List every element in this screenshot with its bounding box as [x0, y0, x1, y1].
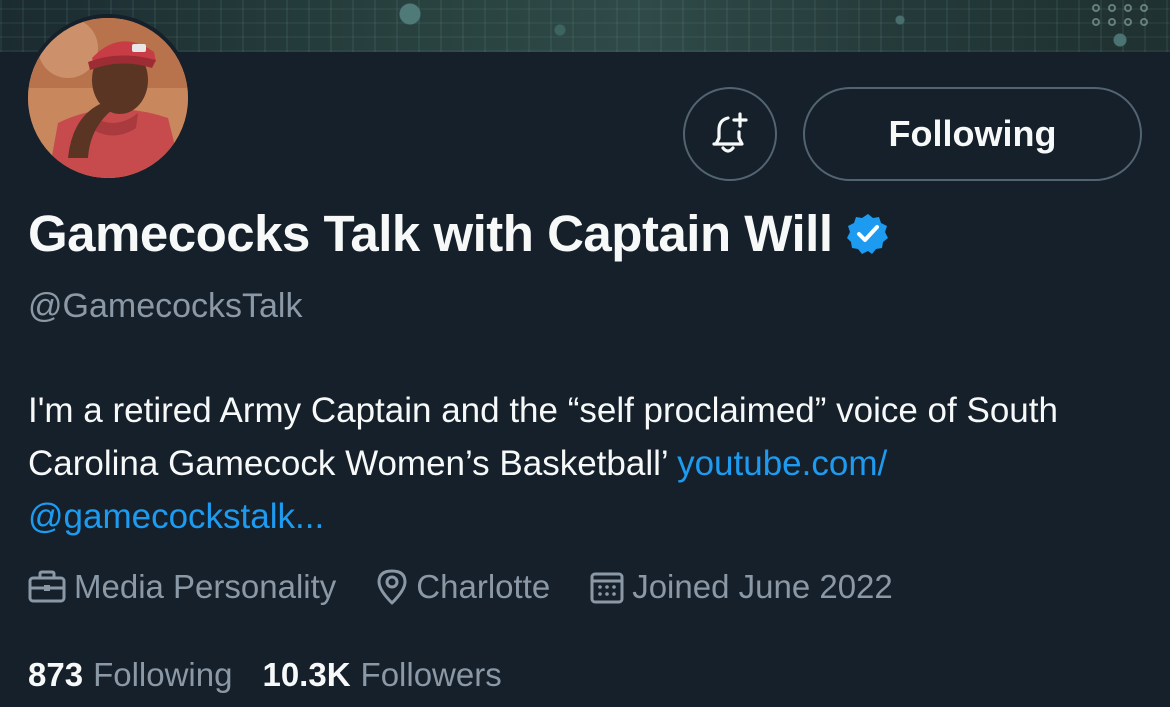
meta-joined-text: Joined June 2022	[632, 568, 893, 605]
followers-stat[interactable]: 10.3K Followers	[262, 656, 501, 694]
meta-joined: Joined June 2022	[590, 568, 893, 606]
following-count: 873	[28, 656, 84, 693]
profile-bio: I'm a retired Army Captain and the “self…	[28, 384, 1148, 543]
meta-category-text: Media Personality	[74, 568, 337, 605]
bell-plus-icon	[712, 112, 748, 153]
profile-stats: 873 Following 10.3K Followers	[28, 656, 502, 694]
display-name: Gamecocks Talk with Captain Will	[28, 205, 833, 262]
notifications-button[interactable]	[683, 87, 777, 181]
meta-category: Media Personality	[28, 568, 336, 606]
following-stat[interactable]: 873 Following	[28, 656, 232, 694]
profile-banner[interactable]	[0, 0, 1170, 52]
meta-location-text: Charlotte	[416, 568, 551, 605]
location-pin-icon	[377, 569, 407, 605]
avatar-photo	[28, 18, 188, 178]
banner-pattern	[1092, 0, 1150, 26]
followers-label: Followers	[360, 656, 502, 693]
meta-location: Charlotte	[376, 568, 550, 606]
verified-badge-icon[interactable]	[846, 212, 890, 256]
following-button-label: Following	[888, 113, 1057, 154]
profile-meta: Media Personality Charlotte Joined June …	[28, 568, 893, 606]
followers-count: 10.3K	[262, 656, 351, 693]
briefcase-icon	[28, 570, 66, 603]
following-button[interactable]: Following	[803, 87, 1142, 181]
profile-name-row: Gamecocks Talk with Captain Will	[28, 204, 890, 263]
calendar-icon	[590, 572, 624, 604]
profile-handle: @GamecocksTalk	[28, 287, 303, 325]
bio-text: I'm a retired Army Captain and the “self…	[28, 391, 1058, 483]
following-label: Following	[93, 656, 233, 693]
avatar[interactable]	[24, 14, 192, 182]
